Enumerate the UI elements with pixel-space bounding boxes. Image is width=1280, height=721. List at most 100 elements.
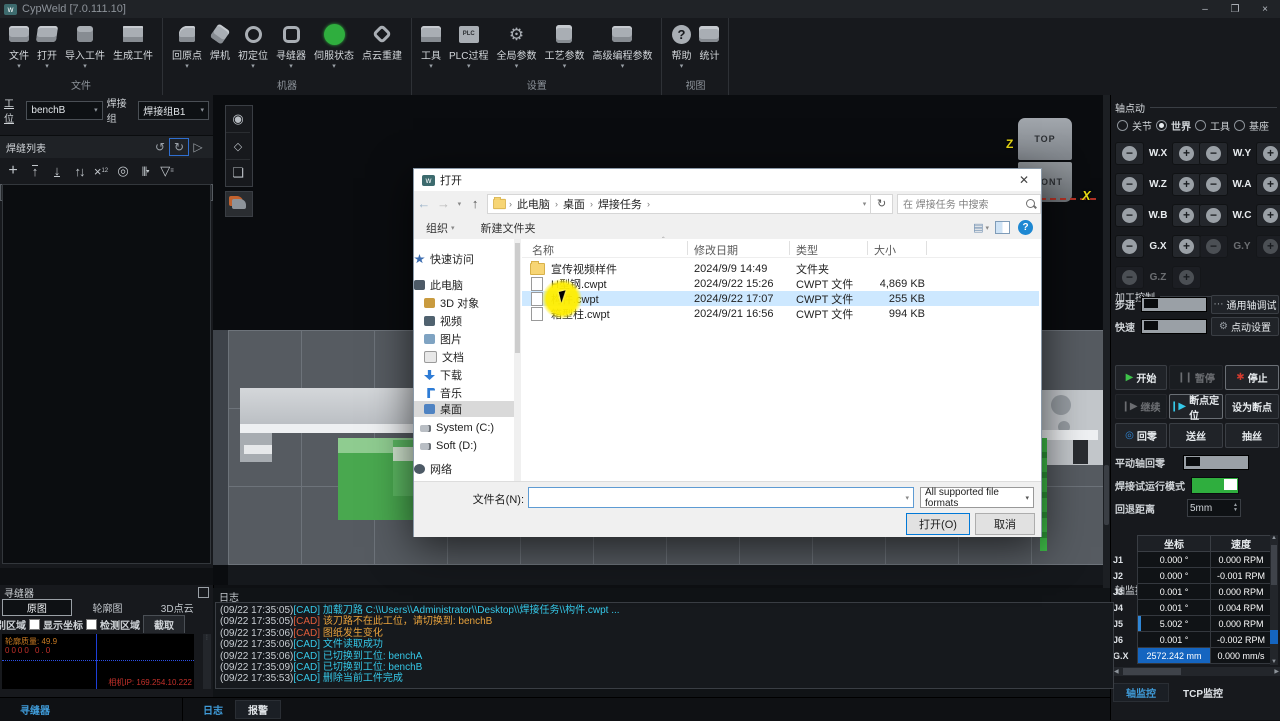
tab-contour[interactable]: 轮廓图 [74, 600, 142, 615]
monitor-row-j6[interactable]: J60.001 °-0.002 RPM [1113, 632, 1272, 648]
ribbon-button-servo-status[interactable]: 伺服状态 ▾ [310, 20, 358, 73]
tab-raw-image[interactable]: 原图 [2, 599, 72, 616]
file-row-hbeam[interactable]: H型钢.cwpt 2024/9/22 15:26 CWPT 文件 4,869 K… [522, 276, 1039, 291]
sidebar-item-desktop[interactable]: 桌面 [414, 401, 514, 417]
filter-funnel-icon[interactable]: ▽≡ [156, 162, 178, 180]
sidebar-item-this-pc[interactable]: 此电脑 [414, 277, 514, 293]
open-button[interactable]: 打开(O) [906, 513, 970, 535]
cancel-button[interactable]: 取消 [975, 513, 1035, 535]
step-slider[interactable] [1141, 297, 1207, 312]
spinner-arrows-icon[interactable]: ▲▼ [1233, 503, 1238, 513]
history-chevron-icon[interactable]: ▾ [453, 200, 465, 208]
refresh-icon[interactable]: ↻ [871, 194, 893, 214]
monitor-row-gx[interactable]: G.X2572.242 mm0.000 mm/s [1113, 648, 1272, 664]
home-zero-button[interactable]: ◎回零 [1115, 423, 1167, 448]
forward-icon[interactable]: → [434, 196, 454, 211]
help-icon[interactable]: ? [1018, 220, 1033, 235]
stop-button[interactable]: ✱停止 [1225, 365, 1279, 390]
jog-minus-button[interactable]: − [1115, 173, 1144, 196]
jog-settings-button[interactable]: ⚙点动设置 [1211, 317, 1279, 336]
up-icon[interactable]: ↑ [465, 196, 485, 211]
ribbon-button-generate-part[interactable]: 生成工件 [109, 20, 157, 73]
tab-seam-finder[interactable]: 寻缝器 [8, 701, 62, 718]
view-cube-top-face[interactable]: TOP [1018, 118, 1072, 160]
search-icon[interactable] [1026, 199, 1035, 208]
sidebar-item-music[interactable]: 音乐 [424, 385, 524, 401]
close-icon[interactable]: ✕ [1007, 173, 1041, 187]
ribbon-button-welder[interactable]: 焊机 [206, 20, 234, 73]
fast-slider[interactable] [1141, 319, 1207, 334]
reorder-icon[interactable]: ↑↓ [68, 162, 90, 180]
col-size[interactable]: 大小 [874, 242, 896, 258]
dialog-titlebar[interactable]: w 打开 ✕ [414, 169, 1041, 191]
ribbon-button-import-part[interactable]: 导入工件 ▾ [61, 20, 109, 73]
jog-plus-button[interactable]: + [1256, 173, 1280, 196]
col-name[interactable]: 名称 [532, 242, 554, 258]
camera-view[interactable]: 轮廓质量: 49.9 0000 0.0 相机IP: 169.254.10.222 [2, 634, 194, 689]
checkbox-icon[interactable] [86, 619, 97, 630]
play-icon[interactable]: ▷ [189, 139, 207, 155]
file-row-folder[interactable]: 宣传视频样件 2024/9/9 14:49 文件夹 [522, 261, 1039, 276]
wire-feed-button[interactable]: 送丝 [1169, 423, 1223, 448]
section-view-icon[interactable]: ❏ [226, 160, 250, 186]
monitor-hscrollbar[interactable]: ◀ ▶ [1113, 667, 1280, 676]
jog-minus-button[interactable]: − [1115, 266, 1144, 289]
sidebar-item-documents[interactable]: 文档 [424, 349, 524, 365]
refresh-icon[interactable]: ↺ [151, 139, 169, 155]
col-date[interactable]: 修改日期 [694, 242, 738, 258]
radio-joint[interactable] [1117, 120, 1128, 131]
sidebar-item-downloads[interactable]: 下载 [424, 367, 524, 383]
new-folder-button[interactable]: 新建文件夹 [481, 220, 536, 236]
jog-minus-button[interactable]: − [1199, 173, 1228, 196]
ribbon-button-open[interactable]: 打开 ▾ [33, 20, 61, 73]
radio-world[interactable] [1156, 120, 1167, 131]
tab-alarm[interactable]: 报警 [235, 700, 281, 719]
radio-tool[interactable] [1195, 120, 1206, 131]
station-select[interactable]: benchB▾ [26, 101, 102, 120]
radio-base[interactable] [1234, 120, 1245, 131]
view-mode-icon[interactable]: ▤ [973, 221, 983, 234]
equalizer-icon[interactable]: |||▾ [134, 162, 156, 180]
tab-3d-pointcloud[interactable]: 3D点云 [143, 600, 211, 615]
ribbon-button-pointcloud-rebuild[interactable]: 点云重建 [358, 20, 406, 73]
file-row-component-selected[interactable]: 构件.cwpt 2024/9/22 17:07 CWPT 文件 255 KB [522, 291, 1039, 306]
jog-minus-button[interactable]: − [1199, 204, 1228, 227]
ribbon-button-tools[interactable]: 工具 ▾ [417, 20, 445, 73]
sidebar-scrollbar[interactable] [514, 239, 521, 481]
jog-minus-button[interactable]: − [1115, 235, 1144, 258]
capture-button[interactable]: 截取 [143, 615, 185, 633]
monitor-row-j4[interactable]: J40.001 °0.004 RPM [1113, 600, 1272, 616]
camera-scrollbar[interactable]: ⋮ [203, 634, 211, 689]
sidebar-item-drive-c[interactable]: System (C:) [420, 420, 520, 436]
jog-plus-button[interactable]: + [1172, 204, 1201, 227]
ribbon-button-file[interactable]: 文件 ▾ [5, 20, 33, 73]
split-seam-icon[interactable]: ×12 [90, 162, 112, 180]
file-row-boxcolumn[interactable]: 箱型柱.cwpt 2024/9/21 16:56 CWPT 文件 994 KB [522, 306, 1039, 321]
minimize-icon[interactable]: – [1190, 0, 1220, 18]
retreat-spinner[interactable]: 5mm ▲▼ [1187, 499, 1241, 517]
jog-plus-button[interactable]: + [1256, 204, 1280, 227]
sidebar-item-videos[interactable]: 视频 [424, 313, 524, 329]
monitor-row-j5[interactable]: J55.002 °0.000 RPM [1113, 616, 1272, 632]
chevron-down-icon[interactable]: ▾ [863, 200, 867, 208]
breadcrumb-this-pc[interactable]: 此电脑 [514, 196, 553, 212]
jog-plus-button[interactable]: + [1256, 235, 1280, 258]
filetype-select[interactable]: All supported file formats ▾ [920, 487, 1034, 508]
sidebar-item-network[interactable]: 网络 [414, 461, 514, 477]
tab-log[interactable]: 日志 [191, 701, 235, 718]
breadcrumb-weld-tasks[interactable]: 焊接任务 [595, 196, 645, 212]
sync-icon[interactable]: ↻ [169, 138, 189, 156]
jog-plus-button[interactable]: + [1172, 173, 1201, 196]
jog-plus-button[interactable]: + [1256, 142, 1280, 165]
robot-tool-icon[interactable] [225, 191, 253, 217]
move-top-icon[interactable]: ↑ [24, 162, 46, 180]
preview-pane-icon[interactable] [995, 221, 1010, 234]
fit-view-icon[interactable]: ◉ [226, 106, 250, 133]
monitor-row-j1[interactable]: J10.000 °0.000 RPM [1113, 552, 1272, 568]
start-button[interactable]: ▶开始 [1115, 365, 1167, 390]
wire-retract-button[interactable]: 抽丝 [1225, 423, 1279, 448]
ribbon-button-plc-process[interactable]: PLC PLC过程 ▾ [445, 20, 492, 73]
breakpoint-locate-button[interactable]: ❙▶断点定位 [1169, 394, 1223, 419]
target-icon[interactable]: ◎ [112, 162, 134, 180]
translation-home-slider[interactable] [1183, 455, 1249, 470]
